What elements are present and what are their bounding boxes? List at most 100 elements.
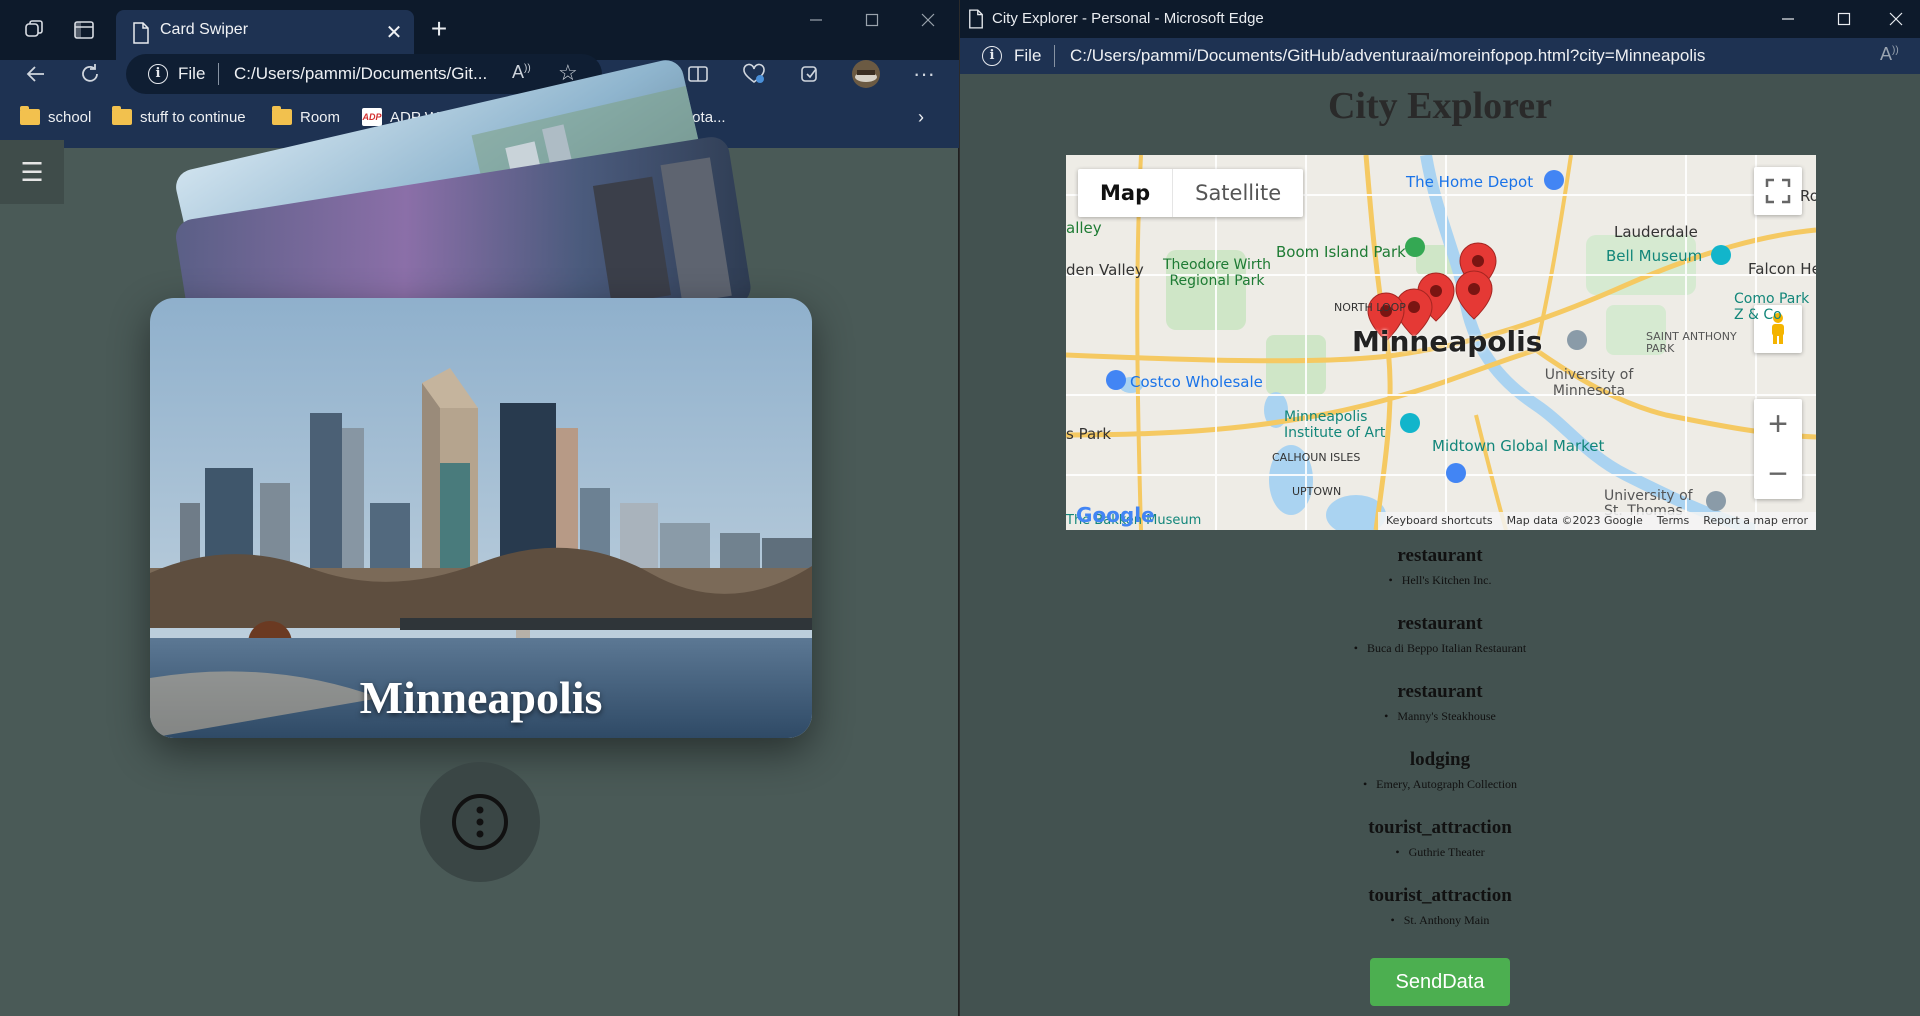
map-label: den Valley [1066,261,1144,279]
folder-icon [272,106,292,125]
tab-strip: Card Swiper ✕ + [0,0,959,60]
close-window-icon[interactable] [1876,5,1916,33]
tab-title: Card Swiper [160,21,249,38]
place-name: Hell's Kitchen Inc. [960,568,1920,612]
folder-icon [20,106,40,125]
place-type-heading: restaurant [1397,545,1483,566]
window-titlebar: City Explorer - Personal - Microsoft Edg… [960,0,1920,38]
map-data-attribution: Map data ©2023 Google [1506,514,1643,527]
fullscreen-icon[interactable] [1754,167,1802,215]
place-name: Guthrie Theater [960,840,1920,884]
tab-actions-icon[interactable] [66,12,102,48]
places-list: restaurant Hell's Kitchen Inc. restauran… [960,544,1920,952]
address-bar[interactable]: i File C:/Users/pammi/Documents/Git... A… [126,54,602,94]
map-label: Midtown Global Market [1432,437,1605,455]
back-icon[interactable] [18,56,54,92]
place-type-heading: restaurant [1397,681,1483,702]
place-name: Buca di Beppo Italian Restaurant [960,636,1920,680]
map-type-map-button[interactable]: Map [1078,169,1174,217]
more-menu-icon[interactable]: ··· [906,56,942,92]
maximize-icon[interactable] [852,6,892,34]
browser-essentials-icon[interactable] [736,56,772,92]
map-type-control: Map Satellite [1078,169,1304,217]
map-label: UPTOWN [1292,485,1342,498]
google-logo: Google [1076,503,1155,527]
map-type-satellite-button[interactable]: Satellite [1173,169,1303,217]
zoom-out-icon[interactable]: − [1768,449,1788,499]
map-label: Bell Museum [1606,247,1703,265]
minimize-icon[interactable] [1768,5,1808,33]
address-bar[interactable]: i File C:/Users/pammi/Documents/GitHub/a… [960,38,1920,74]
google-map[interactable]: Map Satellite + − The Home Depot Lauderd… [1066,155,1816,530]
collections-icon[interactable] [792,56,828,92]
place-name: St. Anthony Main [960,908,1920,952]
address-separator [1054,45,1055,67]
send-data-button[interactable]: SendData [1370,958,1510,1006]
map-label: Costco Wholesale [1130,373,1263,391]
right-browser-window: City Explorer - Personal - Microsoft Edg… [960,0,1920,1016]
place-name: Emery, Autograph Collection [960,772,1920,816]
bookmark-stuff-to-continue[interactable]: stuff to continue [112,106,246,128]
window-title: City Explorer - Personal - Microsoft Edg… [992,10,1264,27]
map-label: Lauderdale [1614,223,1698,241]
city-card-title: Minneapolis [359,672,603,723]
read-aloud-icon[interactable]: A)) [1880,44,1899,65]
scheme-label: File [1014,46,1042,65]
map-label: NORTH LOOP [1334,301,1406,314]
more-vertical-icon [452,794,508,850]
site-info-icon[interactable]: i [148,64,168,84]
zoom-control: + − [1754,399,1802,499]
minimize-icon[interactable] [796,6,836,34]
left-browser-window: Card Swiper ✕ + i File C:/Users/pammi/Do… [0,0,959,1016]
scheme-label: File [178,64,206,83]
report-map-error-link[interactable]: Report a map error [1703,514,1808,528]
terms-link[interactable]: Terms [1657,514,1689,528]
page-icon [968,9,984,34]
map-label: Como Park Z & Co [1734,291,1810,323]
bookmark-room[interactable]: Room [272,106,340,128]
folder-icon [112,106,132,125]
map-label: alley [1066,219,1102,237]
map-footer: Keyboard shortcuts Map data ©2023 Google… [1378,512,1816,530]
map-label: Boom Island Park [1276,243,1406,261]
chevron-right-icon[interactable]: › [918,106,924,128]
map-label: SAINT ANTHONY PARK [1646,330,1737,355]
new-tab-button[interactable]: + [422,12,456,46]
page-title: City Explorer [1327,85,1553,127]
menu-button[interactable]: ☰ [0,140,64,204]
profile-avatar[interactable] [848,56,884,92]
bookmark-label: Room [300,108,341,126]
close-window-icon[interactable] [908,6,948,34]
map-label: CALHOUN ISLES [1272,451,1361,464]
refresh-icon[interactable] [72,56,108,92]
address-url[interactable]: C:/Users/pammi/Documents/GitHub/adventur… [1070,46,1705,66]
bookmark-school[interactable]: school [20,106,91,128]
zoom-in-icon[interactable]: + [1768,399,1788,449]
map-city-label: Minneapolis [1352,325,1543,358]
map-label: Minneapolis Institute of Art [1284,409,1386,441]
bookmark-label: stuff to continue [140,108,246,126]
city-card[interactable]: Minneapolis [150,298,812,738]
map-label: The Home Depot [1406,173,1534,191]
address-separator [218,63,219,85]
map-label: University of Minnesota [1544,367,1634,399]
tab-card-swiper[interactable]: Card Swiper ✕ [116,10,414,60]
place-type-heading: lodging [1409,749,1471,770]
more-info-button[interactable] [420,762,540,882]
place-type-heading: tourist_attraction [1368,885,1512,906]
address-url[interactable]: C:/Users/pammi/Documents/Git... [234,64,487,84]
map-label: Ro [1800,187,1816,205]
place-name: Manny's Steakhouse [960,704,1920,748]
workspaces-icon[interactable] [16,12,52,48]
read-aloud-icon[interactable]: A)) [512,62,531,83]
page-icon [132,22,150,49]
map-label: s Park [1066,425,1111,443]
bookmark-label: school [48,108,92,126]
place-type-heading: restaurant [1397,613,1483,634]
close-tab-icon[interactable]: ✕ [382,20,406,44]
maximize-icon[interactable] [1824,5,1864,33]
site-info-icon[interactable]: i [982,46,1002,66]
map-label: Falcon He [1748,260,1816,278]
keyboard-shortcuts-link[interactable]: Keyboard shortcuts [1386,514,1493,528]
place-type-heading: tourist_attraction [1368,817,1512,838]
